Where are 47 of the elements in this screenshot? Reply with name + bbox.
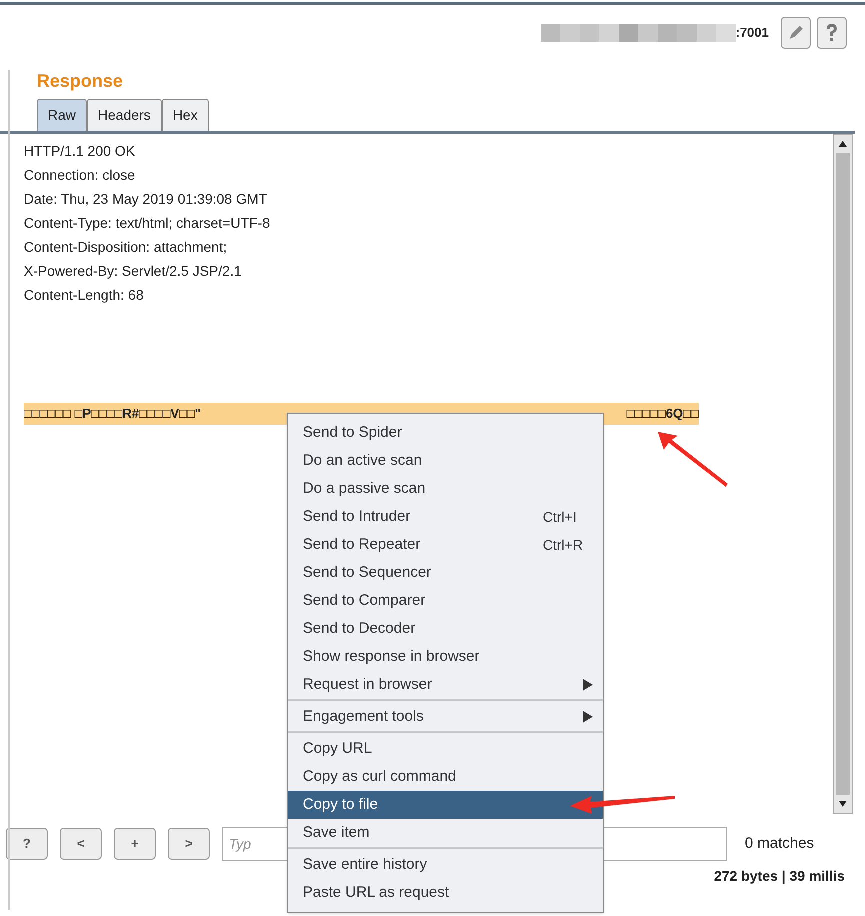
response-stats: 272 bytes | 39 millis xyxy=(714,867,845,886)
tab[interactable]: Raw xyxy=(37,99,88,131)
edit-button[interactable] xyxy=(781,16,811,48)
question-icon xyxy=(825,22,839,42)
scrollbar-thumb[interactable] xyxy=(836,153,850,795)
response-line: Connection: close xyxy=(24,166,136,185)
pencil-icon xyxy=(787,24,805,42)
menu-item[interactable]: Copy as curl command xyxy=(288,763,603,791)
menu-item[interactable]: Send to Decoder xyxy=(288,615,603,643)
menu-item[interactable]: Send to Repeater Ctrl+R xyxy=(288,531,603,559)
menu-item[interactable]: Copy to file xyxy=(288,791,603,819)
shortcut-label: Ctrl+I xyxy=(543,508,578,526)
response-line: Content-Length: 68 xyxy=(24,286,145,305)
shortcut-label: Ctrl+R xyxy=(543,536,584,554)
menu-item[interactable]: Paste URL as request xyxy=(288,879,603,907)
menu-item[interactable]: Send to Sequencer xyxy=(288,559,603,587)
menu-item[interactable]: Send to Intruder Ctrl+I xyxy=(288,503,603,531)
annotation-arrow xyxy=(658,432,730,488)
menu-item[interactable]: Copy URL xyxy=(288,735,603,763)
search-nav-button[interactable]: + xyxy=(114,828,156,860)
menu-item[interactable]: Save item xyxy=(288,819,603,847)
response-line: X-Powered-By: Servlet/2.5 JSP/2.1 xyxy=(24,262,243,281)
tab[interactable]: Headers xyxy=(87,99,162,131)
menu-item[interactable]: Do an active scan xyxy=(288,447,603,475)
search-nav-button[interactable]: ? xyxy=(6,828,48,860)
body-text: □□□□□□ □P□□□□R#□□□□V□□" xyxy=(24,405,202,424)
response-line: Content-Type: text/html; charset=UTF-8 xyxy=(24,214,272,233)
search-nav-button[interactable]: < xyxy=(60,828,102,860)
menu-item[interactable]: Request in browser xyxy=(288,671,603,699)
menu-item[interactable]: Show response in browser xyxy=(288,643,603,671)
body-text: □□□□□6Q□□ xyxy=(626,405,699,424)
scroll-up-icon[interactable] xyxy=(839,141,847,147)
response-line: HTTP/1.1 200 OK xyxy=(24,142,136,161)
search-nav-button[interactable]: > xyxy=(168,828,210,860)
tab[interactable]: Hex xyxy=(162,99,209,131)
response-line: Content-Disposition: attachment; xyxy=(24,238,228,257)
match-count: 0 matches xyxy=(745,834,814,854)
menu-item[interactable]: Send to Spider xyxy=(288,419,603,447)
help-button[interactable] xyxy=(817,16,847,48)
response-line: Date: Thu, 23 May 2019 01:39:08 GMT xyxy=(24,190,268,209)
menu-item[interactable]: Do a passive scan xyxy=(288,475,603,503)
menu-item[interactable]: Send to Comparer xyxy=(288,587,603,615)
scroll-down-icon[interactable] xyxy=(839,801,847,807)
host-port: :7001 xyxy=(736,24,769,42)
menu-item[interactable]: Save entire history xyxy=(288,851,603,879)
menu-item[interactable]: Engagement tools xyxy=(288,703,603,731)
panel-title: Response xyxy=(37,70,124,93)
